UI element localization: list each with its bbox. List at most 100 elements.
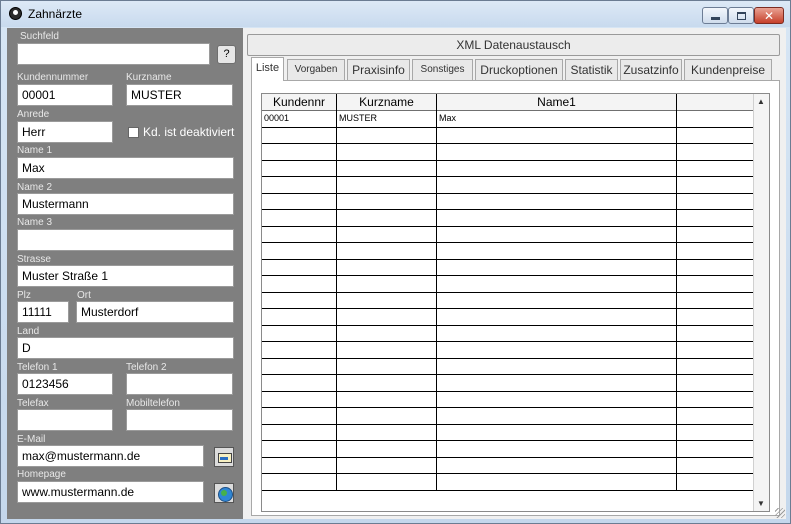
table-cell[interactable]: 00001 xyxy=(262,111,337,127)
kurzname-field[interactable]: MUSTER xyxy=(126,84,233,106)
tab-druckoptionen[interactable]: Druckoptionen xyxy=(475,59,563,81)
table-cell[interactable] xyxy=(677,342,754,358)
land-field[interactable]: D xyxy=(17,337,234,359)
column-header-name1[interactable]: Name1 xyxy=(437,94,677,111)
scroll-down-icon[interactable]: ▼ xyxy=(757,499,765,508)
tab-kundenpreise[interactable]: Kundenpreise xyxy=(684,59,772,81)
table-cell[interactable] xyxy=(437,325,677,341)
table-cell[interactable] xyxy=(262,457,337,473)
table-row[interactable] xyxy=(262,457,754,474)
table-cell[interactable] xyxy=(437,391,677,407)
table-row[interactable] xyxy=(262,408,754,425)
xml-datenaustausch-button[interactable]: XML Datenaustausch xyxy=(247,34,780,56)
table-cell[interactable] xyxy=(337,292,437,308)
table-cell[interactable] xyxy=(337,276,437,292)
table-cell[interactable] xyxy=(677,392,754,408)
table-cell[interactable] xyxy=(262,276,337,292)
table-row[interactable] xyxy=(262,177,754,194)
table-cell[interactable] xyxy=(337,243,437,259)
table-cell[interactable] xyxy=(262,127,337,143)
table-cell[interactable] xyxy=(337,259,437,275)
table-cell[interactable] xyxy=(677,111,754,127)
table-cell[interactable]: MUSTER xyxy=(337,111,437,127)
strasse-field[interactable]: Muster Straße 1 xyxy=(17,265,234,287)
table-cell[interactable] xyxy=(262,193,337,209)
table-row[interactable]: 00001 MUSTER Max xyxy=(262,111,754,128)
table-cell[interactable] xyxy=(337,375,437,391)
open-homepage-button[interactable] xyxy=(214,483,234,503)
tab-vorgaben[interactable]: Vorgaben xyxy=(287,59,345,81)
table-cell[interactable] xyxy=(262,474,337,490)
table-cell[interactable] xyxy=(677,408,754,424)
table-cell[interactable] xyxy=(262,424,337,440)
table-row[interactable] xyxy=(262,325,754,342)
close-button[interactable]: ✕ xyxy=(754,7,784,24)
table-cell[interactable] xyxy=(437,243,677,259)
table-cell[interactable] xyxy=(262,210,337,226)
column-header-kundennr[interactable]: Kundennr xyxy=(262,94,337,111)
customer-grid[interactable]: Kundennr Kurzname Name1 00001 MUSTER Max ▲… xyxy=(261,93,770,512)
telefax-field[interactable] xyxy=(17,409,113,431)
table-cell[interactable] xyxy=(677,425,754,441)
table-cell[interactable] xyxy=(337,210,437,226)
column-header-extra[interactable] xyxy=(677,94,754,111)
table-cell[interactable] xyxy=(337,160,437,176)
table-cell[interactable] xyxy=(677,128,754,144)
table-cell[interactable] xyxy=(337,193,437,209)
table-cell[interactable] xyxy=(677,375,754,391)
table-cell[interactable] xyxy=(677,474,754,490)
mobiltelefon-field[interactable] xyxy=(126,409,233,431)
maximize-button[interactable] xyxy=(728,7,754,24)
table-row[interactable] xyxy=(262,226,754,243)
tab-praxisinfo[interactable]: Praxisinfo xyxy=(347,59,410,81)
table-cell[interactable] xyxy=(337,127,437,143)
name1-field[interactable]: Max xyxy=(17,157,234,179)
table-cell[interactable] xyxy=(677,359,754,375)
table-cell[interactable] xyxy=(262,441,337,457)
table-cell[interactable] xyxy=(437,474,677,490)
table-cell[interactable] xyxy=(677,276,754,292)
name3-field[interactable] xyxy=(17,229,234,251)
table-cell[interactable] xyxy=(437,226,677,242)
table-cell[interactable] xyxy=(677,309,754,325)
table-cell[interactable] xyxy=(437,292,677,308)
table-cell[interactable] xyxy=(262,144,337,160)
table-row[interactable] xyxy=(262,474,754,491)
table-cell[interactable] xyxy=(437,309,677,325)
resize-grip[interactable] xyxy=(775,508,785,518)
telefon1-field[interactable]: 0123456 xyxy=(17,373,113,395)
table-cell[interactable] xyxy=(437,144,677,160)
suchfeld-input[interactable] xyxy=(17,43,210,65)
table-cell[interactable] xyxy=(337,408,437,424)
table-cell[interactable] xyxy=(262,375,337,391)
table-cell[interactable] xyxy=(262,177,337,193)
table-cell[interactable] xyxy=(437,210,677,226)
table-cell[interactable] xyxy=(262,226,337,242)
table-cell[interactable] xyxy=(437,408,677,424)
email-field[interactable]: max@mustermann.de xyxy=(17,445,204,467)
anrede-field[interactable]: Herr xyxy=(17,121,113,143)
table-cell[interactable] xyxy=(262,342,337,358)
table-cell[interactable] xyxy=(262,160,337,176)
table-cell[interactable] xyxy=(262,408,337,424)
table-cell[interactable] xyxy=(337,226,437,242)
vertical-scrollbar[interactable]: ▲ ▼ xyxy=(753,94,769,511)
table-row[interactable] xyxy=(262,292,754,309)
table-cell[interactable] xyxy=(337,177,437,193)
table-cell[interactable] xyxy=(262,325,337,341)
tab-sonstiges[interactable]: Sonstiges xyxy=(412,59,473,81)
table-row[interactable] xyxy=(262,144,754,161)
table-row[interactable] xyxy=(262,358,754,375)
table-row[interactable] xyxy=(262,276,754,293)
table-row[interactable] xyxy=(262,342,754,359)
table-cell[interactable] xyxy=(677,161,754,177)
tab-zusatzinfo[interactable]: Zusatzinfo xyxy=(620,59,682,81)
scroll-up-icon[interactable]: ▲ xyxy=(757,97,765,106)
table-row[interactable] xyxy=(262,441,754,458)
table-row[interactable] xyxy=(262,375,754,392)
ort-field[interactable]: Musterdorf xyxy=(76,301,234,323)
table-cell[interactable] xyxy=(337,441,437,457)
table-cell[interactable] xyxy=(337,358,437,374)
table-cell[interactable] xyxy=(677,458,754,474)
column-header-kurzname[interactable]: Kurzname xyxy=(337,94,437,111)
